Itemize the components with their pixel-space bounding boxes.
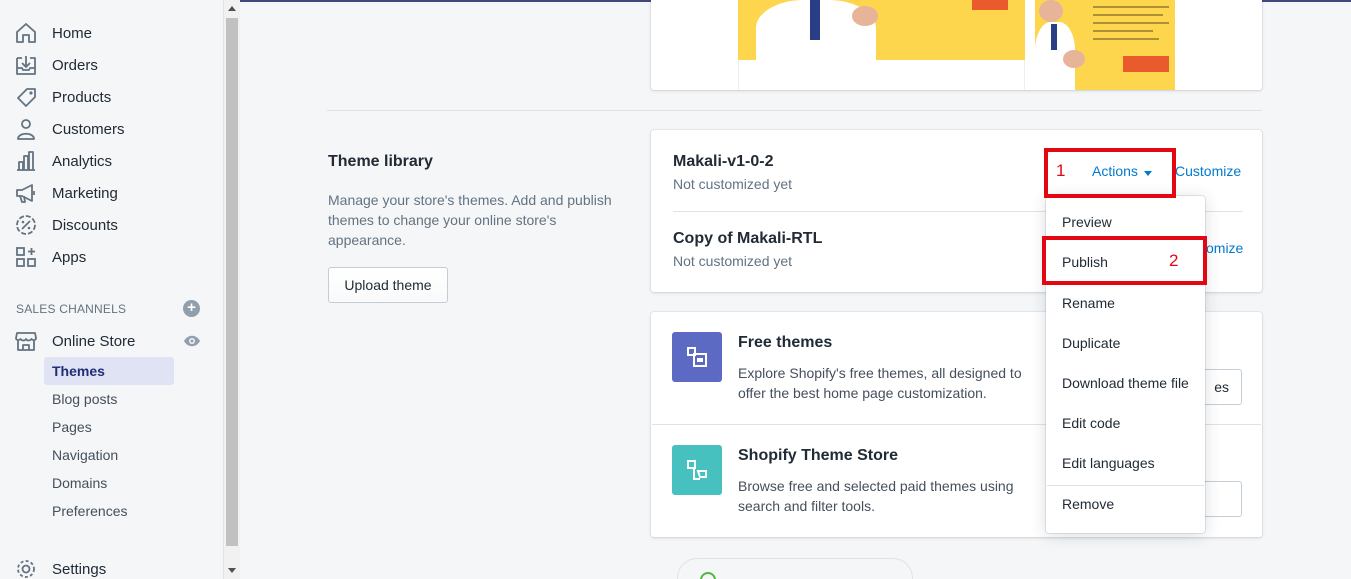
- sales-channels-heading: SALES CHANNELS: [16, 302, 127, 316]
- menu-item-download-theme-file[interactable]: Download theme file: [1046, 369, 1205, 399]
- menu-item-label: Edit code: [1062, 415, 1121, 431]
- theme-name: Makali-v1-0-2: [673, 153, 774, 170]
- free-themes-icon: [672, 332, 722, 382]
- theme-status: Not customized yet: [673, 253, 793, 269]
- free-themes-title: Free themes: [738, 334, 833, 351]
- theme-name: Copy of Makali-RTL: [673, 230, 823, 247]
- sidebar-subitem-blog-posts[interactable]: Blog posts: [44, 385, 174, 413]
- menu-item-label: Download theme file: [1062, 375, 1189, 391]
- sidebar-subitem-label: Preferences: [52, 503, 128, 519]
- theme-library-title: Theme library: [328, 153, 433, 170]
- theme-store-title: Shopify Theme Store: [738, 447, 899, 464]
- menu-item-label: Rename: [1062, 295, 1115, 311]
- sidebar-scrollbar[interactable]: [224, 0, 240, 579]
- person-icon: [17, 119, 35, 140]
- sidebar-item-label: Discounts: [52, 217, 118, 234]
- menu-divider: [1047, 485, 1204, 486]
- theme-store-icon: [672, 445, 722, 495]
- sidebar-item-discounts[interactable]: Discounts: [0, 209, 224, 241]
- sidebar-item-label: Home: [52, 25, 93, 42]
- sidebar-subitem-pages[interactable]: Pages: [44, 413, 174, 441]
- scroll-up-icon[interactable]: [228, 6, 236, 11]
- sidebar-item-products[interactable]: Products: [0, 81, 224, 113]
- sidebar-subitem-label: Blog posts: [52, 391, 118, 407]
- menu-item-duplicate[interactable]: Duplicate: [1046, 329, 1205, 359]
- menu-item-rename[interactable]: Rename: [1046, 289, 1205, 319]
- menu-item-label: Remove: [1062, 496, 1115, 512]
- megaphone-icon: [16, 184, 35, 203]
- sidebar-item-label: Marketing: [52, 185, 118, 202]
- mobile-theme-preview-image: [1035, 0, 1175, 90]
- sidebar-subitem-navigation[interactable]: Navigation: [44, 441, 174, 469]
- apps-icon: [16, 247, 36, 267]
- sidebar-item-label: Orders: [52, 57, 98, 74]
- sidebar-subitem-label: Pages: [52, 419, 92, 435]
- sidebar-item-customers[interactable]: Customers: [0, 113, 224, 145]
- eye-icon[interactable]: [183, 333, 201, 349]
- sidebar-item-label: Settings: [52, 561, 107, 578]
- add-sales-channel-icon[interactable]: +: [183, 300, 200, 317]
- scrollbar-thumb[interactable]: [226, 18, 238, 546]
- sidebar-subitem-label: Themes: [52, 363, 105, 379]
- sidebar-item-settings[interactable]: Settings: [0, 553, 224, 579]
- menu-item-remove[interactable]: Remove: [1046, 490, 1205, 520]
- menu-item-label: Edit languages: [1062, 455, 1155, 471]
- menu-item-edit-languages[interactable]: Edit languages: [1046, 449, 1205, 479]
- scroll-down-icon[interactable]: [228, 568, 236, 573]
- gear-icon: [17, 560, 35, 578]
- sidebar-subitem-label: Domains: [52, 475, 108, 491]
- sidebar-item-apps[interactable]: Apps: [0, 241, 224, 273]
- sidebar-item-label: Online Store: [52, 333, 136, 350]
- bar-chart-icon: [17, 151, 35, 171]
- section-divider: [327, 110, 1262, 111]
- upload-theme-button[interactable]: Upload theme: [328, 267, 448, 303]
- sidebar-item-label: Products: [52, 89, 112, 106]
- sidebar-item-home[interactable]: Home: [0, 17, 224, 49]
- customize-button[interactable]: omize: [1206, 240, 1243, 256]
- theme-library-description: Manage your store's themes. Add and publ…: [328, 192, 612, 248]
- menu-item-preview[interactable]: Preview: [1046, 208, 1205, 238]
- sidebar-subitem-label: Navigation: [52, 447, 119, 463]
- discount-icon: [16, 215, 36, 235]
- theme-store-description: Browse free and selected paid themes usi…: [738, 478, 1014, 514]
- desktop-theme-preview-image: [738, 0, 1025, 60]
- sidebar-subitem-domains[interactable]: Domains: [44, 469, 174, 497]
- sidebar-subitem-preferences[interactable]: Preferences: [44, 497, 174, 525]
- store-icon: [15, 332, 37, 351]
- sidebar-subitem-themes[interactable]: Themes: [44, 357, 174, 385]
- theme-status: Not customized yet: [673, 176, 793, 192]
- customize-button[interactable]: Customize: [1175, 163, 1241, 179]
- sidebar-item-marketing[interactable]: Marketing: [0, 177, 224, 209]
- annotation-number: 2: [1169, 251, 1179, 270]
- annotation-box-publish: [1042, 236, 1207, 285]
- sidebar-item-label: Apps: [52, 249, 87, 266]
- tag-icon: [17, 88, 36, 107]
- sidebar: Home Orders Products Customers Analytics…: [0, 0, 224, 579]
- home-icon: [16, 23, 36, 43]
- menu-item-label: Preview: [1062, 214, 1112, 230]
- menu-item-edit-code[interactable]: Edit code: [1046, 409, 1205, 439]
- sidebar-item-orders[interactable]: Orders: [0, 49, 224, 81]
- orders-icon: [16, 56, 36, 75]
- free-themes-description: Explore Shopify's free themes, all desig…: [738, 365, 1022, 401]
- annotation-number: 1: [1056, 161, 1066, 180]
- desktop-theme-preview-footer: [738, 60, 1025, 90]
- sidebar-item-label: Analytics: [52, 153, 113, 170]
- sidebar-item-analytics[interactable]: Analytics: [0, 145, 224, 177]
- sidebar-item-label: Customers: [52, 121, 125, 138]
- menu-item-label: Duplicate: [1062, 335, 1121, 351]
